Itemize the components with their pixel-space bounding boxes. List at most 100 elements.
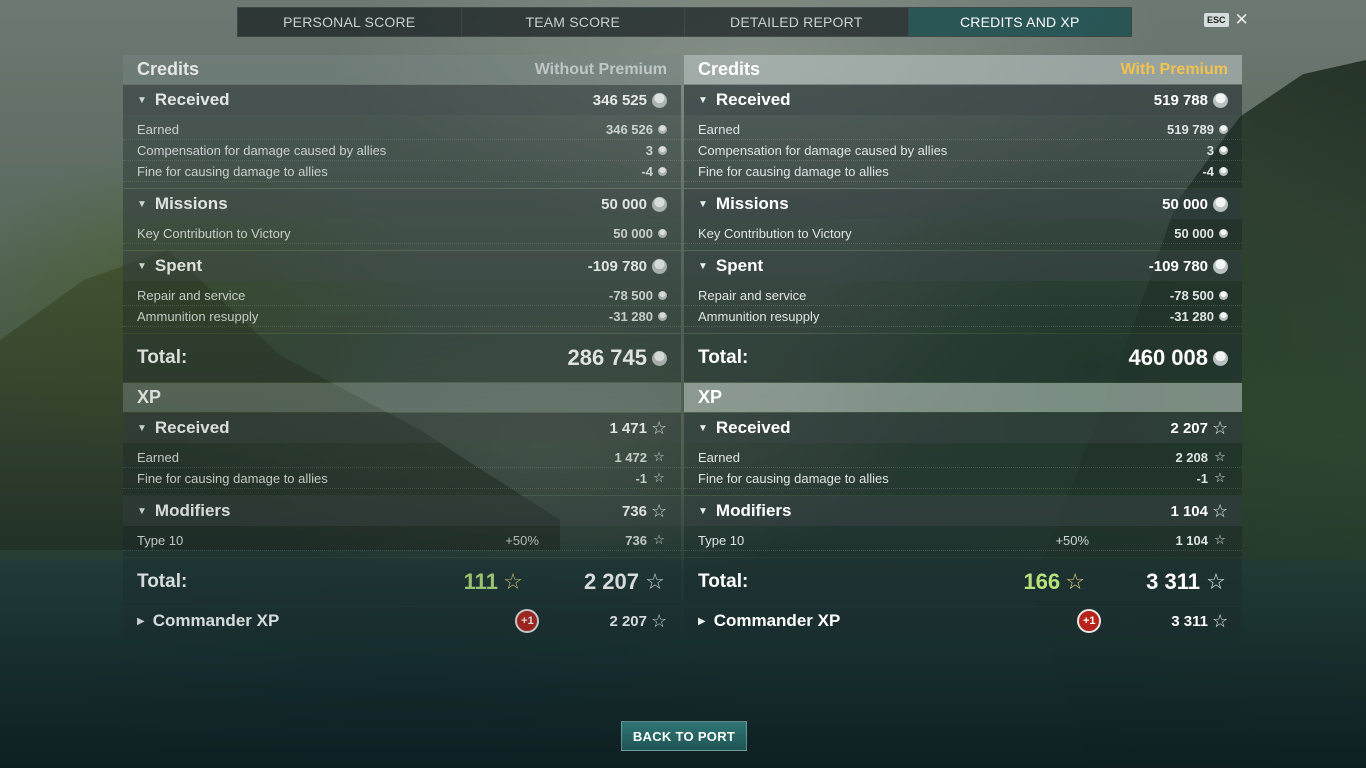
total-value: 3 311 (1146, 569, 1200, 594)
group-header[interactable]: ▼ Spent -109 780 (123, 251, 681, 281)
xp-star-icon: ☆ (653, 532, 665, 547)
credit-coin-icon (652, 92, 667, 108)
xp-star-icon: ☆ (653, 449, 665, 464)
premium-bonus-value: 111 (463, 569, 498, 594)
xp-star-icon: ☆ (1212, 610, 1229, 631)
panel-without-premium: Credits Without Premium ▼ Received 346 5… (123, 55, 681, 635)
row-value: 1 472 (614, 449, 647, 465)
credit-coin-icon (1219, 145, 1228, 155)
list-item: Key Contribution to Victory 50 000 (684, 223, 1242, 244)
group-header[interactable]: ▼ Received 2 207 ☆ (684, 413, 1242, 443)
total-label: Total: (698, 347, 749, 368)
group-label: Received (715, 418, 791, 437)
group-value: 2 207 (1170, 419, 1208, 437)
group-header[interactable]: ▼ Missions 50 000 (684, 189, 1242, 219)
triangle-down-icon: ▼ (137, 94, 147, 106)
credit-coin-icon (652, 350, 667, 366)
list-item: Earned 519 789 (684, 119, 1242, 140)
tab-team-score[interactable]: TEAM SCORE (462, 8, 685, 36)
credit-coin-icon (1219, 228, 1228, 238)
group-label: Received (154, 418, 230, 437)
total-label: Total: (137, 347, 188, 368)
group-header[interactable]: ▼ Spent -109 780 (684, 251, 1242, 281)
row-label: Key Contribution to Victory (137, 225, 291, 241)
credit-coin-icon (1213, 196, 1228, 212)
xp-star-icon: ☆ (651, 610, 668, 631)
row-value: -31 280 (1169, 308, 1214, 324)
group-value: 346 525 (592, 91, 647, 109)
row-label: Earned (137, 449, 179, 465)
group-header[interactable]: ▼ Modifiers 1 104 ☆ (684, 496, 1242, 526)
credits-received-group: ▼ Received 346 525 Earned 346 526 Compens… (123, 85, 681, 188)
commander-xp-row[interactable]: ▶ Commander XP +1 3 311 ☆ (684, 607, 1242, 635)
tab-personal-score[interactable]: PERSONAL SCORE (238, 8, 462, 36)
list-item: Earned 1 472 ☆ (123, 447, 681, 468)
list-item: Earned 2 208 ☆ (684, 447, 1242, 468)
row-label: Earned (698, 121, 740, 137)
group-value: 519 788 (1153, 91, 1208, 109)
group-label: Missions (715, 194, 789, 213)
row-label: Fine for causing damage to allies (698, 470, 889, 486)
list-item: Fine for causing damage to allies -4 (123, 161, 681, 182)
group-label: Missions (154, 194, 228, 213)
tab-detailed-report[interactable]: DETAILED REPORT (685, 8, 909, 36)
xp-received-group: ▼ Received 1 471 ☆ Earned 1 472 ☆ Fine for … (123, 413, 681, 495)
triangle-down-icon: ▼ (137, 422, 147, 434)
group-value: 50 000 (1162, 195, 1208, 213)
row-value: -4 (1202, 163, 1214, 179)
credit-coin-icon (1219, 290, 1228, 300)
close-control[interactable]: ESC ✕ (1204, 11, 1249, 28)
xp-star-icon: ☆ (651, 500, 668, 521)
back-to-port-button[interactable]: BACK TO PORT (621, 721, 747, 751)
credit-coin-icon (658, 311, 667, 321)
credits-header: Credits With Premium (684, 55, 1242, 84)
credit-coin-icon (1213, 92, 1228, 108)
group-header[interactable]: ▼ Received 519 788 (684, 85, 1242, 115)
row-value: 519 789 (1167, 121, 1214, 137)
modifier-percent: +50% (1055, 532, 1090, 548)
row-label: Fine for causing damage to allies (137, 163, 328, 179)
group-header[interactable]: ▼ Received 1 471 ☆ (123, 413, 681, 443)
list-item: Type 10 +50% 1 104 ☆ (684, 530, 1242, 551)
total-label: Total: (698, 571, 749, 592)
row-label: Earned (137, 121, 179, 137)
tab-credits-and-xp[interactable]: CREDITS AND XP (908, 8, 1131, 36)
group-label: Modifiers (154, 501, 231, 520)
credits-title: Credits (698, 59, 761, 79)
row-value: 346 526 (606, 121, 653, 137)
list-item: Fine for causing damage to allies -1 ☆ (123, 468, 681, 489)
credit-coin-icon (1213, 258, 1228, 274)
commander-xp-value: 2 207 (609, 612, 647, 630)
group-header[interactable]: ▼ Received 346 525 (123, 85, 681, 115)
xp-total: Total: 111 ☆ 2 207 ☆ (123, 558, 681, 606)
credit-coin-icon (658, 290, 667, 300)
close-icon[interactable]: ✕ (1235, 11, 1249, 28)
triangle-down-icon: ▼ (698, 422, 708, 434)
credit-coin-icon (652, 258, 667, 274)
group-value: 1 104 (1170, 502, 1208, 520)
row-label: Fine for causing damage to allies (137, 470, 328, 486)
group-label: Received (715, 90, 791, 109)
credits-title: Credits (137, 59, 200, 79)
group-header[interactable]: ▼ Missions 50 000 (123, 189, 681, 219)
credit-coin-icon (652, 196, 667, 212)
row-label: Type 10 (698, 532, 745, 548)
commander-xp-row[interactable]: ▶ Commander XP +1 2 207 ☆ (123, 607, 681, 635)
multiplier-badge: +1 (1077, 609, 1102, 633)
xp-total: Total: 166 ☆ 3 311 ☆ (684, 558, 1242, 606)
triangle-right-icon: ▶ (698, 615, 706, 627)
xp-star-icon: ☆ (1214, 470, 1226, 485)
row-value: -78 500 (1169, 287, 1214, 303)
triangle-down-icon: ▼ (137, 198, 147, 210)
triangle-down-icon: ▼ (698, 260, 708, 272)
row-label: Repair and service (698, 287, 807, 303)
group-header[interactable]: ▼ Modifiers 736 ☆ (123, 496, 681, 526)
row-label: Key Contribution to Victory (698, 225, 852, 241)
group-value: 736 (621, 502, 647, 520)
row-value: 50 000 (1174, 225, 1214, 241)
panel-with-premium: Credits With Premium ▼ Received 519 788 … (684, 55, 1242, 635)
total-value: 286 745 (567, 345, 647, 370)
xp-star-icon: ☆ (1212, 500, 1229, 521)
xp-star-icon: ☆ (1214, 532, 1226, 547)
commander-xp-value: 3 311 (1171, 612, 1208, 630)
